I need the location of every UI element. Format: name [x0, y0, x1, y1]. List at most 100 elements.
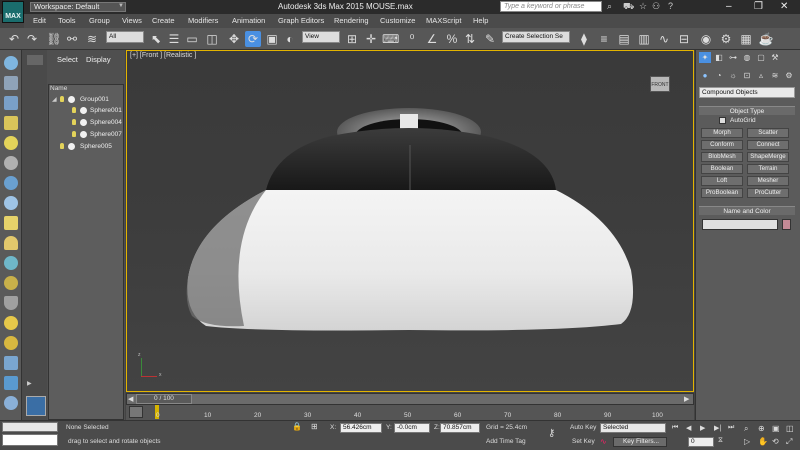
spacewarp-tool-icon[interactable] — [4, 196, 18, 210]
zoom-icon[interactable]: ⌕ — [744, 424, 748, 434]
key-filters-button[interactable]: Key Filters... — [613, 437, 667, 447]
time-config-icon[interactable]: ⧖ — [718, 437, 723, 445]
menu-edit[interactable]: Edit — [33, 15, 46, 26]
y-coordinate-field[interactable]: -0.0cm — [394, 423, 430, 433]
render-production-icon[interactable]: ☕ — [758, 31, 774, 47]
list-item[interactable]: Sphere005 — [80, 143, 112, 151]
menu-group[interactable]: Group — [89, 15, 110, 26]
set-key-button[interactable]: Set Key — [572, 438, 595, 445]
percent-snap-icon[interactable]: % — [444, 31, 460, 47]
teapot-tool-icon[interactable] — [4, 316, 18, 330]
align-icon[interactable]: ≡ — [596, 31, 612, 47]
light-bulb-icon[interactable] — [72, 131, 76, 137]
material-editor-icon[interactable]: ◉ — [698, 31, 714, 47]
terrain-button[interactable]: Terrain — [747, 164, 789, 174]
selection-tool-icon[interactable] — [4, 116, 18, 130]
lock-selection-icon[interactable]: 🔒 — [292, 422, 302, 431]
tab-display[interactable]: Display — [86, 55, 111, 64]
user-icon[interactable]: ⚇ — [652, 0, 660, 13]
angle-snap-icon[interactable]: ∠ — [424, 31, 440, 47]
pan-icon[interactable]: ✋ — [758, 437, 768, 446]
redo-icon[interactable]: ↷ — [24, 31, 40, 47]
sphere-tool-icon[interactable] — [4, 56, 18, 70]
play-icon[interactable]: ▶ — [700, 424, 705, 432]
prev-frame-icon[interactable]: ◀ — [128, 395, 133, 403]
maxscript-listener-top[interactable] — [2, 422, 58, 432]
geometry-icon[interactable]: ● — [699, 70, 711, 81]
link-icon[interactable]: ⛓ — [46, 31, 62, 47]
rotate-icon[interactable]: ⟳ — [245, 31, 261, 47]
go-to-start-icon[interactable]: ⏮ — [672, 424, 678, 432]
maxscript-mini-listener[interactable] — [2, 434, 58, 446]
light-tool-icon[interactable] — [4, 136, 18, 150]
move-icon[interactable]: ✥ — [226, 31, 242, 47]
selection-filter-dropdown[interactable]: All — [106, 31, 144, 43]
close-icon[interactable]: ✕ — [780, 0, 788, 13]
light-bulb-icon[interactable] — [60, 96, 64, 102]
helper-tool-icon[interactable] — [4, 176, 18, 190]
display-tab-icon[interactable]: ▢ — [755, 52, 767, 63]
snaps-toggle-icon[interactable]: ⁰ — [404, 31, 420, 47]
key-icon[interactable]: ⚷ — [548, 428, 555, 439]
cart-icon[interactable]: ⛟ — [623, 0, 634, 13]
add-time-tag-button[interactable]: Add Time Tag — [486, 438, 526, 445]
settings-tool-icon[interactable] — [4, 396, 18, 410]
render-setup-icon[interactable]: ⚙ — [718, 31, 734, 47]
list-item[interactable]: Sphere001 — [90, 107, 122, 115]
systems-icon[interactable]: ⚙ — [783, 70, 795, 81]
list-item[interactable]: Group001 — [80, 96, 109, 104]
time-slider-track[interactable] — [126, 393, 694, 405]
hierarchy-tab-icon[interactable]: ⊶ — [727, 52, 739, 63]
menu-rendering[interactable]: Rendering — [334, 15, 369, 26]
box-tool-icon[interactable] — [4, 76, 18, 90]
menu-maxscript[interactable]: MAXScript — [426, 15, 461, 26]
procutter-button[interactable]: ProCutter — [747, 188, 789, 198]
schematic-view-icon[interactable]: ⊟ — [676, 31, 692, 47]
place-icon[interactable]: ◐ — [282, 31, 298, 47]
time-slider-thumb[interactable]: 0 / 100 — [136, 394, 192, 404]
modify-tab-icon[interactable]: ◧ — [713, 52, 725, 63]
menu-help[interactable]: Help — [473, 15, 488, 26]
unlink-icon[interactable]: ⚯ — [64, 31, 80, 47]
rectangular-selection-icon[interactable]: ▭ — [184, 31, 200, 47]
select-by-name-icon[interactable]: ☰ — [166, 31, 182, 47]
light-bulb-icon[interactable] — [60, 143, 64, 149]
absolute-mode-icon[interactable]: ⊞ — [311, 422, 318, 431]
expand-icon[interactable]: ◢ — [52, 96, 57, 103]
plane-tool-icon[interactable] — [4, 216, 18, 230]
select-object-icon[interactable]: ⬉ — [148, 31, 164, 47]
select-and-manipulate-icon[interactable]: ✛ — [363, 31, 379, 47]
edit-named-selection-icon[interactable]: ✎ — [482, 31, 498, 47]
shape-tool-icon[interactable] — [4, 376, 18, 390]
list-item[interactable]: Sphere004 — [90, 119, 122, 127]
shapes-icon[interactable]: ◔ — [713, 70, 725, 81]
z-coordinate-field[interactable]: 70.857cm — [440, 423, 480, 433]
scale-icon[interactable]: ▣ — [264, 31, 280, 47]
reference-coordinate-dropdown[interactable]: View — [302, 31, 340, 43]
object-name-input[interactable] — [702, 219, 778, 230]
mesher-button[interactable]: Mesher — [747, 176, 789, 186]
next-frame-icon[interactable]: ▶ — [684, 395, 689, 403]
cone-tool-icon[interactable] — [4, 296, 18, 310]
bind-space-warp-icon[interactable]: ≋ — [84, 31, 100, 47]
key-mode-dropdown[interactable]: Selected — [600, 423, 666, 433]
app-logo-button[interactable]: MAX — [2, 1, 24, 23]
list-item[interactable]: Sphere007 — [90, 131, 122, 139]
layer-manager-icon[interactable]: ▤ — [616, 31, 632, 47]
zoom-all-icon[interactable]: ⊕ — [758, 424, 765, 433]
previous-frame-icon[interactable]: ◀ — [686, 424, 691, 432]
space-warps-icon[interactable]: ≋ — [769, 70, 781, 81]
boolean-button[interactable]: Boolean — [701, 164, 743, 174]
undo-icon[interactable]: ↶ — [6, 31, 22, 47]
search-input[interactable]: Type a keyword or phrase — [500, 1, 602, 12]
geosphere-tool-icon[interactable] — [4, 256, 18, 270]
explorer-filter-icon[interactable] — [27, 55, 43, 65]
proboolean-button[interactable]: ProBoolean — [701, 188, 743, 198]
go-to-end-icon[interactable]: ⏭ — [728, 424, 734, 432]
create-tab-icon[interactable]: ✦ — [699, 52, 711, 63]
explorer-menu-icon[interactable]: ▶ — [27, 380, 43, 388]
object-color-swatch[interactable] — [782, 219, 791, 230]
motion-tab-icon[interactable]: ◍ — [741, 52, 753, 63]
curve-editor-mini-icon[interactable] — [129, 406, 143, 418]
orbit-icon[interactable]: ⟲ — [772, 437, 779, 446]
